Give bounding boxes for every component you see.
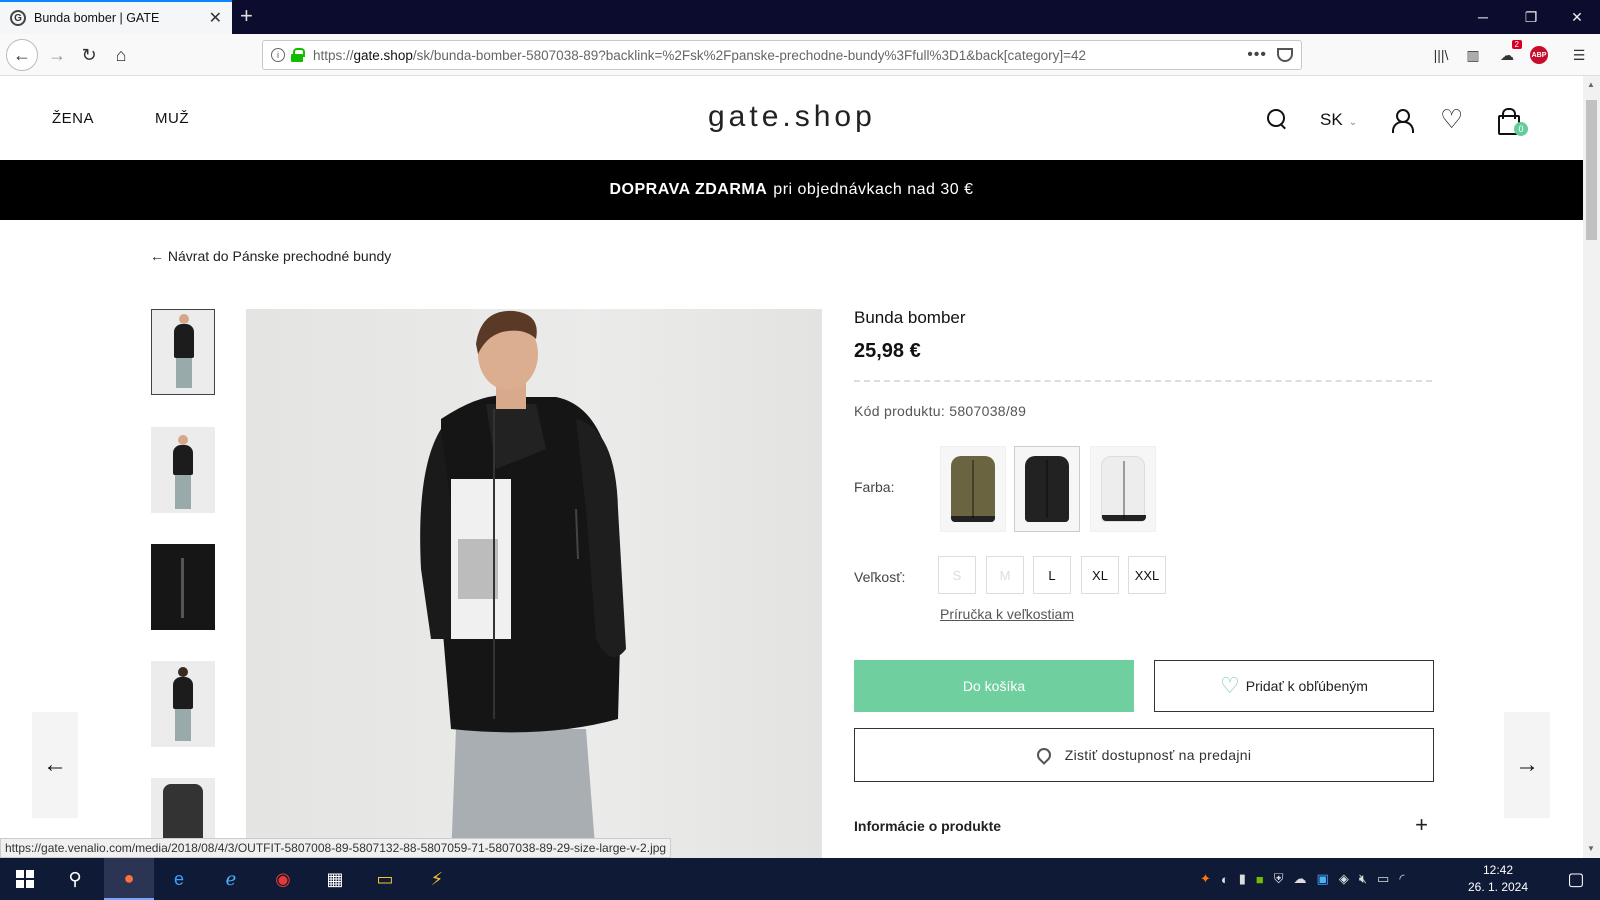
status-bar-url: https://gate.venalio.com/media/2018/08/4… xyxy=(0,838,672,858)
scroll-up-icon[interactable]: ▲ xyxy=(1587,80,1595,89)
browser-tab[interactable]: G Bunda bomber | GATE ✕ xyxy=(0,0,232,34)
firefox-icon[interactable]: ● xyxy=(104,858,154,900)
promo-banner: DOPRAVA ZDARMA pri objednávkach nad 30 € xyxy=(0,160,1583,220)
close-window-icon[interactable]: ✕ xyxy=(1554,0,1600,34)
volume-muted-icon[interactable]: 🔇︎ xyxy=(1359,871,1367,887)
close-tab-icon[interactable]: ✕ xyxy=(209,8,222,28)
browser-toolbar: ← → ↻ ⌂ i https://gate.shop/sk/bunda-bom… xyxy=(0,34,1600,76)
product-photo-illustration xyxy=(420,310,626,859)
tray-cloud-icon[interactable]: ☁ xyxy=(1294,871,1307,887)
wifi-icon[interactable]: ◜ xyxy=(1399,871,1404,887)
url-text[interactable]: https://gate.shop/sk/bunda-bomber-580703… xyxy=(313,48,1237,63)
edge-icon[interactable]: e xyxy=(154,858,204,900)
windows-taskbar: ⚲ ● e ℯ ◉ ▦ ▭ ⚡ ✦ ◐ ▮ ■ ⛨ ☁ ▣ ◈ 🔇︎ ▭ ◜ 1… xyxy=(0,858,1600,900)
product-title: Bunda bomber xyxy=(854,308,966,327)
browser-tab-bar: G Bunda bomber | GATE ✕ + ─ ❐ ✕ xyxy=(0,0,1600,34)
search-icon[interactable] xyxy=(1266,108,1290,132)
product-info-accordion[interactable]: Informácie o produkte + xyxy=(854,812,1434,837)
back-to-category-link[interactable]: ← Návrat do Pánske prechodné bundy xyxy=(150,248,391,264)
home-icon[interactable]: ⌂ xyxy=(106,40,136,70)
tray-app-icon[interactable]: ✦ xyxy=(1200,871,1211,887)
address-bar[interactable]: i https://gate.shop/sk/bunda-bomber-5807… xyxy=(262,40,1302,70)
thumbnail-3[interactable] xyxy=(151,544,215,630)
size-xl[interactable]: XL xyxy=(1081,556,1119,594)
language-selector[interactable]: SK ⌄ xyxy=(1320,110,1357,130)
color-swatch-khaki[interactable] xyxy=(940,446,1006,532)
expand-plus-icon[interactable]: + xyxy=(1415,812,1428,838)
tray-app-icon[interactable]: ▣ xyxy=(1317,871,1329,887)
size-xxl[interactable]: XXL xyxy=(1128,556,1166,594)
scrollbar-thumb[interactable] xyxy=(1586,100,1597,240)
new-tab-icon[interactable]: + xyxy=(240,4,253,28)
battery-icon[interactable]: ▭ xyxy=(1377,871,1389,887)
internet-explorer-icon[interactable]: ℯ xyxy=(206,858,256,900)
color-swatch-white[interactable] xyxy=(1090,446,1156,532)
site-header: ŽENA MUŽ gate.shop SK ⌄ ♡ xyxy=(0,76,1583,160)
heart-icon[interactable]: ♡ xyxy=(1440,106,1464,132)
thumbnail-5[interactable] xyxy=(151,778,215,838)
size-guide-link[interactable]: Príručka k veľkostiam xyxy=(940,606,1074,622)
lock-icon xyxy=(291,48,305,62)
product-price: 25,98 € xyxy=(854,340,921,362)
file-explorer-icon[interactable]: ▭ xyxy=(360,858,410,900)
nav-men[interactable]: MUŽ xyxy=(155,110,189,127)
cart-count-badge: 0 xyxy=(1514,122,1528,136)
add-to-cart-button[interactable]: Do košíka xyxy=(854,660,1134,712)
notification-extension-icon[interactable]: ☁ 2 xyxy=(1494,40,1522,68)
tray-usb-icon[interactable]: ▮ xyxy=(1239,871,1246,887)
thumbnail-2[interactable] xyxy=(151,427,215,513)
site-logo[interactable]: gate.shop xyxy=(708,100,876,134)
app-icon[interactable]: ◉ xyxy=(258,858,308,900)
start-button[interactable] xyxy=(0,858,50,900)
page-actions-icon[interactable]: ••• xyxy=(1247,46,1267,64)
scroll-down-icon[interactable]: ▼ xyxy=(1587,844,1595,853)
menu-icon[interactable]: ☰ xyxy=(1566,42,1592,68)
divider xyxy=(854,380,1432,382)
user-icon[interactable] xyxy=(1390,108,1414,133)
gallery-prev-arrow[interactable]: ← xyxy=(32,712,78,818)
tab-title: Bunda bomber | GATE xyxy=(34,11,160,25)
nav-women[interactable]: ŽENA xyxy=(52,110,94,127)
restore-icon[interactable]: ❐ xyxy=(1508,0,1554,34)
add-to-favorites-button[interactable]: ♡ Pridať k obľúbeným xyxy=(1154,660,1434,712)
back-arrow-icon[interactable]: ← xyxy=(6,39,38,71)
app-bolt-icon[interactable]: ⚡ xyxy=(412,858,462,900)
size-l[interactable]: L xyxy=(1033,556,1071,594)
tray-shield-icon[interactable]: ⛨ xyxy=(1274,871,1284,887)
windows-logo-icon xyxy=(16,870,34,888)
forward-arrow-icon[interactable]: → xyxy=(42,40,72,70)
search-icon[interactable]: ⚲ xyxy=(50,858,100,900)
color-label: Farba: xyxy=(854,479,895,495)
location-pin-icon xyxy=(1033,745,1054,765)
adblock-icon[interactable]: ABP xyxy=(1526,42,1552,68)
taskbar-clock[interactable]: 12:42 26. 1. 2024 xyxy=(1450,862,1546,896)
size-label: Veľkosť: xyxy=(854,569,906,585)
system-tray: ✦ ◐ ▮ ■ ⛨ ☁ ▣ ◈ 🔇︎ ▭ ◜ xyxy=(1200,858,1404,900)
heart-icon: ♡ xyxy=(1220,673,1240,698)
tray-security-icon[interactable]: ◈ xyxy=(1339,871,1349,887)
thumbnail-1[interactable] xyxy=(151,309,215,395)
gallery-next-arrow[interactable]: → xyxy=(1504,712,1550,818)
store-availability-button[interactable]: Zistiť dostupnosť na predajni xyxy=(854,728,1434,782)
store-icon[interactable]: ▦ xyxy=(310,858,360,900)
minimize-icon[interactable]: ─ xyxy=(1460,0,1506,34)
gate-favicon-icon: G xyxy=(10,10,26,26)
chevron-down-icon: ⌄ xyxy=(1348,117,1358,128)
page-scrollbar[interactable]: ▲ ▼ xyxy=(1583,76,1600,858)
library-icon[interactable]: |||\ xyxy=(1428,42,1454,68)
size-m[interactable]: M xyxy=(986,556,1024,594)
sidebar-icon[interactable]: ▥ xyxy=(1460,42,1486,68)
tray-app-icon[interactable]: ◐ xyxy=(1221,872,1229,887)
product-code: Kód produktu: 5807038/89 xyxy=(854,403,1027,419)
main-product-image[interactable] xyxy=(246,309,822,859)
thumbnail-4[interactable] xyxy=(151,661,215,747)
tray-nvidia-icon[interactable]: ■ xyxy=(1256,872,1264,887)
color-swatch-black[interactable] xyxy=(1014,446,1080,532)
notifications-icon[interactable]: ▢ xyxy=(1552,858,1600,900)
reload-icon[interactable]: ↻ xyxy=(74,40,104,70)
pocket-icon[interactable] xyxy=(1277,48,1293,62)
site-info-icon[interactable]: i xyxy=(271,48,285,62)
size-s[interactable]: S xyxy=(938,556,976,594)
